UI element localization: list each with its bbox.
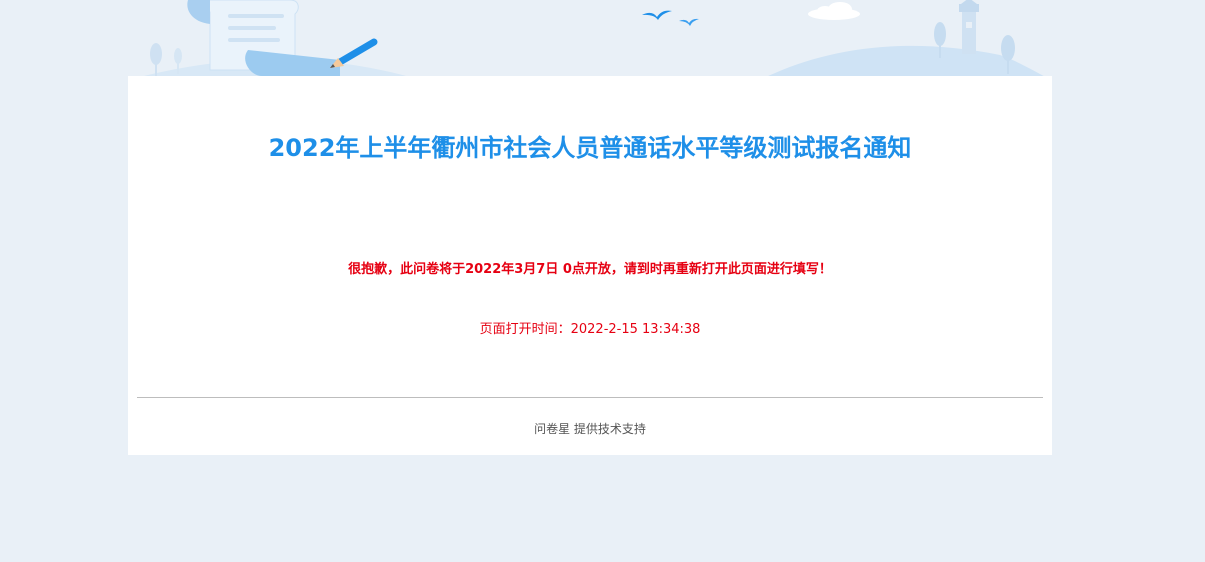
scroll-icon: [187, 0, 340, 76]
support-text: 提供技术支持: [570, 422, 646, 436]
page-open-time: 页面打开时间：2022-2-15 13:34:38: [128, 318, 1052, 337]
page: 2022年上半年衢州市社会人员普通话水平等级测试报名通知 很抱歉，此问卷将于20…: [0, 0, 1205, 562]
header-illustration: [128, 0, 1052, 80]
survey-card: 2022年上半年衢州市社会人员普通话水平等级测试报名通知 很抱歉，此问卷将于20…: [128, 76, 1052, 455]
bird-icon: [642, 10, 672, 20]
open-time-value: 2022-2-15 13:34:38: [570, 322, 701, 337]
footer-divider: [137, 397, 1043, 398]
wjx-brand-link[interactable]: 问卷星: [534, 422, 570, 436]
pencil-icon: [330, 38, 378, 68]
footer: 问卷星 提供技术支持: [128, 420, 1052, 437]
survey-title: 2022年上半年衢州市社会人员普通话水平等级测试报名通知: [268, 134, 912, 162]
not-open-notice: 很抱歉，此问卷将于2022年3月7日 0点开放，请到时再重新打开此页面进行填写！: [348, 262, 832, 277]
bird-icon-small: [679, 18, 699, 26]
lighthouse-icon: [959, 0, 979, 54]
cloud-icon: [808, 2, 860, 20]
open-time-label: 页面打开时间：: [479, 322, 571, 337]
